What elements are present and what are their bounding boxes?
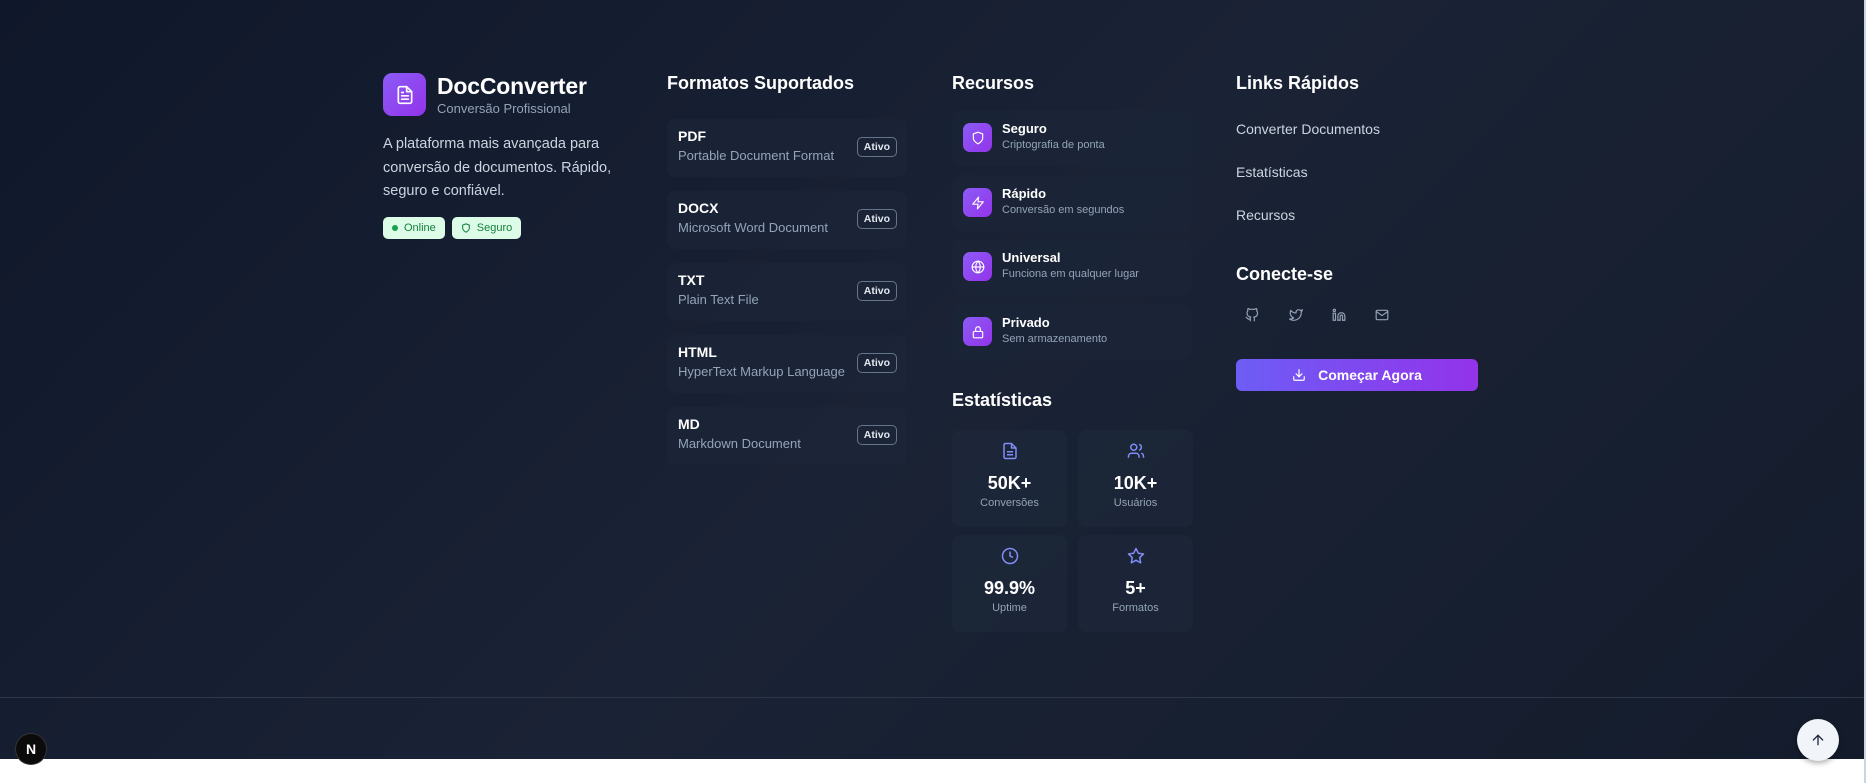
resource-subtitle: Funciona em qualquer lugar bbox=[1002, 268, 1139, 280]
twitter-icon[interactable] bbox=[1285, 304, 1307, 326]
clock-icon bbox=[1001, 547, 1018, 565]
site-footer: DocConverter Conversão Profissional A pl… bbox=[0, 0, 1866, 759]
github-icon[interactable] bbox=[1241, 304, 1263, 326]
link-statistics[interactable]: Estatísticas bbox=[1236, 164, 1308, 180]
stat-label: Conversões bbox=[980, 497, 1039, 509]
stat-card-formats: 5+ Formatos bbox=[1078, 535, 1193, 632]
brand-subtitle: Conversão Profissional bbox=[437, 101, 571, 116]
shield-icon bbox=[461, 223, 470, 233]
arrow-up-icon bbox=[1812, 734, 1824, 746]
document-icon bbox=[383, 73, 426, 116]
stats-title: Estatísticas bbox=[952, 390, 1053, 410]
stat-value: 99.9% bbox=[983, 578, 1036, 598]
resource-subtitle: Criptografia de ponta bbox=[1002, 139, 1105, 151]
mail-icon[interactable] bbox=[1371, 304, 1393, 326]
brand[interactable]: DocConverter Conversão Profissional bbox=[383, 73, 587, 116]
resources-title: Recursos bbox=[952, 73, 1035, 93]
formats-title: Formatos Suportados bbox=[667, 73, 855, 93]
brand-description: A plataforma mais avançada para conversã… bbox=[383, 136, 612, 199]
resource-title: Universal bbox=[1002, 250, 1061, 265]
connect-title: Conecte-se bbox=[1236, 264, 1334, 284]
download-icon bbox=[1293, 369, 1305, 381]
badge-label: Online bbox=[404, 222, 436, 234]
status-badge: Ativo bbox=[856, 137, 897, 157]
linkedin-icon[interactable] bbox=[1328, 304, 1350, 326]
status-badge: Ativo bbox=[856, 209, 897, 229]
dot-icon bbox=[392, 225, 398, 231]
stat-label: Usuários bbox=[1113, 497, 1158, 509]
document-icon bbox=[1002, 442, 1017, 460]
star-icon bbox=[1127, 547, 1144, 564]
status-badge: Ativo bbox=[856, 281, 897, 301]
resource-subtitle: Conversão em segundos bbox=[1002, 204, 1125, 216]
stat-value: 10K+ bbox=[1113, 473, 1158, 493]
format-item-docx[interactable]: DOCX Microsoft Word Document Ativo bbox=[667, 191, 907, 249]
stat-label: Uptime bbox=[992, 602, 1027, 614]
lock-icon bbox=[963, 317, 992, 346]
stat-card-uptime: 99.9% Uptime bbox=[952, 535, 1067, 632]
format-item-md[interactable]: MD Markdown Document Ativo bbox=[667, 407, 907, 465]
brand-name: DocConverter bbox=[437, 73, 587, 99]
stat-value: 5+ bbox=[1125, 578, 1146, 598]
resource-item-private: Privado Sem armazenamento bbox=[952, 304, 1192, 360]
lightning-icon bbox=[963, 188, 992, 217]
format-item-pdf[interactable]: PDF Portable Document Format Ativo bbox=[667, 119, 907, 177]
stat-label: Formatos bbox=[1112, 602, 1159, 614]
quick-links-title: Links Rápidos bbox=[1236, 73, 1360, 93]
resource-item-secure: Seguro Criptografia de ponta bbox=[952, 110, 1192, 166]
cta-label: Começar Agora bbox=[1318, 367, 1422, 383]
format-item-html[interactable]: HTML HyperText Markup Language Ativo bbox=[667, 335, 907, 393]
status-badge: Ativo bbox=[856, 425, 897, 445]
dev-tools-badge[interactable]: N bbox=[16, 734, 46, 764]
format-item-txt[interactable]: TXT Plain Text File Ativo bbox=[667, 263, 907, 321]
status-badge-online: Online bbox=[383, 217, 445, 239]
resource-title: Rápido bbox=[1002, 186, 1047, 201]
resource-item-universal: Universal Funciona em qualquer lugar bbox=[952, 239, 1192, 295]
footer-divider bbox=[0, 697, 1864, 698]
badge-label: Seguro bbox=[476, 222, 513, 234]
resource-title: Privado bbox=[1002, 315, 1050, 330]
scroll-to-top-button[interactable] bbox=[1797, 719, 1839, 761]
globe-icon bbox=[963, 252, 992, 281]
stat-card-conversions: 50K+ Conversões bbox=[952, 430, 1067, 527]
get-started-button[interactable]: Começar Agora bbox=[1236, 359, 1478, 391]
link-convert-documents[interactable]: Converter Documentos bbox=[1236, 121, 1380, 137]
stat-value: 50K+ bbox=[987, 473, 1032, 493]
resource-subtitle: Sem armazenamento bbox=[1002, 333, 1108, 345]
shield-icon bbox=[963, 123, 992, 152]
status-badges: Online Seguro bbox=[383, 217, 522, 239]
status-badge: Ativo bbox=[856, 353, 897, 373]
users-icon bbox=[1127, 443, 1144, 458]
link-resources[interactable]: Recursos bbox=[1236, 207, 1295, 223]
resource-title: Seguro bbox=[1002, 121, 1047, 136]
resource-item-fast: Rápido Conversão em segundos bbox=[952, 175, 1192, 231]
stat-card-users: 10K+ Usuários bbox=[1078, 430, 1193, 527]
status-badge-secure: Seguro bbox=[451, 217, 522, 239]
